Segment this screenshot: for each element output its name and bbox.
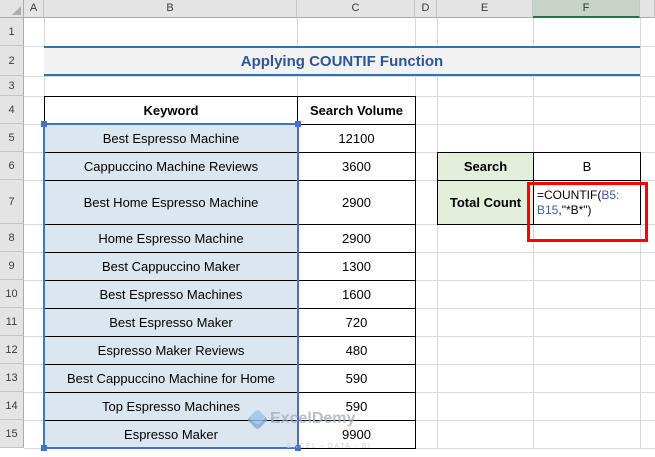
column-header-a[interactable]: A bbox=[24, 0, 44, 18]
gridline bbox=[24, 76, 655, 77]
search-value-cell[interactable]: B bbox=[534, 153, 641, 181]
volume-cell[interactable]: 9900 bbox=[298, 421, 416, 449]
table-row: Best Espresso Maker 720 bbox=[45, 309, 416, 337]
table-row: Best Cappuccino Machine for Home 590 bbox=[45, 365, 416, 393]
keyword-cell[interactable]: Best Espresso Maker bbox=[45, 309, 298, 337]
row-headers: 1 2 3 4 5 6 7 8 9 10 11 12 13 14 15 bbox=[0, 18, 24, 448]
search-label-cell[interactable]: Search bbox=[438, 153, 534, 181]
row-header-15[interactable]: 15 bbox=[0, 420, 24, 448]
formula-criteria: ,"*B*") bbox=[558, 202, 592, 217]
excel-sheet: A B C D E F 1 2 3 4 5 6 7 8 9 10 11 12 1… bbox=[0, 0, 655, 457]
volume-cell[interactable]: 2900 bbox=[298, 181, 416, 225]
page-title[interactable]: Applying COUNTIF Function bbox=[44, 46, 640, 76]
volume-cell[interactable]: 12100 bbox=[298, 125, 416, 153]
table-row: Espresso Maker Reviews 480 bbox=[45, 337, 416, 365]
formula-range-end: B15 bbox=[537, 202, 559, 217]
volume-cell[interactable]: 3600 bbox=[298, 153, 416, 181]
column-headers: A B C D E F bbox=[24, 0, 655, 18]
table-row: Cappuccino Machine Reviews 3600 bbox=[45, 153, 416, 181]
keyword-cell[interactable]: Best Espresso Machine bbox=[45, 125, 298, 153]
table-row: Top Espresso Machines 590 bbox=[45, 393, 416, 421]
row-header-11[interactable]: 11 bbox=[0, 308, 24, 336]
row-header-6[interactable]: 6 bbox=[0, 152, 24, 180]
table-row: Best Espresso Machines 1600 bbox=[45, 281, 416, 309]
gridline bbox=[437, 18, 438, 448]
volume-cell[interactable]: 1300 bbox=[298, 253, 416, 281]
row-header-4[interactable]: 4 bbox=[0, 96, 24, 124]
volume-cell[interactable]: 1600 bbox=[298, 281, 416, 309]
table-row: Espresso Maker 9900 bbox=[45, 421, 416, 449]
volume-cell[interactable]: 480 bbox=[298, 337, 416, 365]
keyword-cell[interactable]: Espresso Maker bbox=[45, 421, 298, 449]
keyword-header-cell[interactable]: Keyword bbox=[45, 97, 298, 125]
keyword-table: Keyword Search Volume Best Espresso Mach… bbox=[44, 96, 416, 449]
row-header-3[interactable]: 3 bbox=[0, 76, 24, 96]
formula-cell[interactable]: =COUNTIF(B5: B15,"*B*") bbox=[534, 181, 641, 225]
search-table: Search B Total Count =COUNTIF(B5: B15,"*… bbox=[437, 152, 641, 225]
table-row: Home Espresso Machine 2900 bbox=[45, 225, 416, 253]
row-header-8[interactable]: 8 bbox=[0, 224, 24, 252]
volume-header-cell[interactable]: Search Volume bbox=[298, 97, 416, 125]
keyword-cell[interactable]: Home Espresso Machine bbox=[45, 225, 298, 253]
column-header-e[interactable]: E bbox=[437, 0, 533, 18]
table-row: Best Cappuccino Maker 1300 bbox=[45, 253, 416, 281]
formula-line-2: B15,"*B*") bbox=[537, 203, 637, 218]
formula-range-start: B5: bbox=[601, 187, 620, 202]
column-header-d[interactable]: D bbox=[415, 0, 437, 18]
search-row: Search B bbox=[438, 153, 641, 181]
column-header-b[interactable]: B bbox=[44, 0, 297, 18]
gridline bbox=[533, 18, 534, 448]
table-row: Best Home Espresso Machine 2900 bbox=[45, 181, 416, 225]
keyword-cell[interactable]: Cappuccino Machine Reviews bbox=[45, 153, 298, 181]
gridline bbox=[640, 18, 641, 448]
keyword-cell[interactable]: Best Home Espresso Machine bbox=[45, 181, 298, 225]
row-header-7[interactable]: 7 bbox=[0, 180, 24, 224]
row-header-1[interactable]: 1 bbox=[0, 18, 24, 46]
table-header-row: Keyword Search Volume bbox=[45, 97, 416, 125]
row-header-12[interactable]: 12 bbox=[0, 336, 24, 364]
keyword-cell[interactable]: Espresso Maker Reviews bbox=[45, 337, 298, 365]
column-header-c[interactable]: C bbox=[297, 0, 415, 18]
row-header-13[interactable]: 13 bbox=[0, 364, 24, 392]
row-header-9[interactable]: 9 bbox=[0, 252, 24, 280]
keyword-cell[interactable]: Top Espresso Machines bbox=[45, 393, 298, 421]
row-header-14[interactable]: 14 bbox=[0, 392, 24, 420]
row-header-5[interactable]: 5 bbox=[0, 124, 24, 152]
table-row: Best Espresso Machine 12100 bbox=[45, 125, 416, 153]
formula-function: =COUNTIF( bbox=[537, 187, 602, 202]
row-header-2[interactable]: 2 bbox=[0, 46, 24, 76]
formula-line-1: =COUNTIF(B5: bbox=[537, 188, 637, 203]
keyword-cell[interactable]: Best Cappuccino Machine for Home bbox=[45, 365, 298, 393]
total-count-label-cell[interactable]: Total Count bbox=[438, 181, 534, 225]
column-header-f-selected[interactable]: F bbox=[533, 0, 640, 18]
column-header-partial[interactable] bbox=[640, 0, 655, 18]
row-header-10[interactable]: 10 bbox=[0, 280, 24, 308]
select-all-corner[interactable] bbox=[0, 0, 24, 18]
volume-cell[interactable]: 2900 bbox=[298, 225, 416, 253]
volume-cell[interactable]: 590 bbox=[298, 393, 416, 421]
keyword-cell[interactable]: Best Espresso Machines bbox=[45, 281, 298, 309]
total-count-row: Total Count =COUNTIF(B5: B15,"*B*") bbox=[438, 181, 641, 225]
volume-cell[interactable]: 590 bbox=[298, 365, 416, 393]
keyword-cell[interactable]: Best Cappuccino Maker bbox=[45, 253, 298, 281]
volume-cell[interactable]: 720 bbox=[298, 309, 416, 337]
